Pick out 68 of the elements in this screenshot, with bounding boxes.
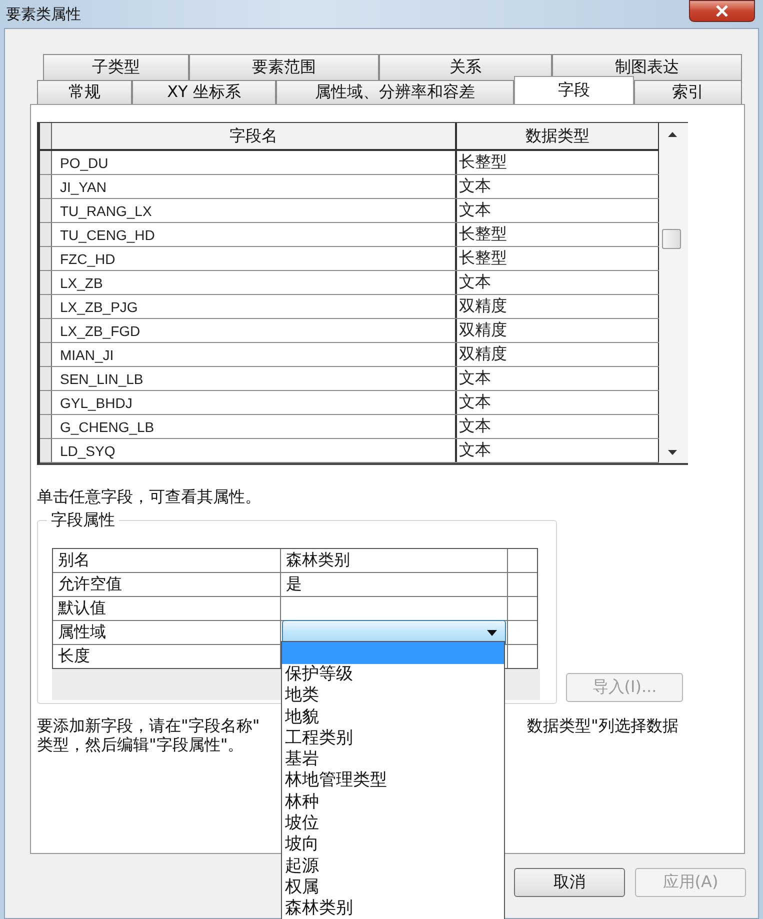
row-header[interactable] [40,367,52,390]
property-label: 别名 [53,549,281,572]
instruction-text: 类型，然后编辑"字段属性"。 [37,735,244,754]
field-name-cell[interactable]: LX_ZB_PJG [52,295,457,318]
field-name-cell[interactable]: SEN_LIN_LB [52,367,457,390]
close-button[interactable] [689,0,755,22]
scroll-thumb[interactable] [662,229,681,249]
field-name-cell[interactable]: PO_DU [52,151,457,174]
row-header[interactable] [40,151,52,174]
row-header[interactable] [40,175,52,198]
scrollbar[interactable] [659,123,688,463]
property-value[interactable]: 是 [281,573,508,596]
cancel-button[interactable]: 取消 [514,868,625,897]
close-icon [715,5,729,17]
instruction-text: 要添加新字段，请在"字段名称" [37,716,260,735]
field-name-cell[interactable]: TU_RANG_LX [52,199,457,222]
dropdown-option[interactable]: 基岩 [282,749,504,770]
tab[interactable]: 制图表达 [552,54,742,80]
tab[interactable]: 子类型 [43,54,189,80]
scroll-up-icon[interactable] [668,132,677,137]
dropdown-option[interactable]: 保护等级 [282,664,504,686]
tab[interactable]: 字段 [514,76,634,104]
dropdown-option[interactable]: 起源 [282,856,504,877]
field-name-cell[interactable]: G_CHENG_LB [52,415,457,438]
row-header[interactable] [40,247,52,270]
caret-icon [487,630,497,636]
property-label: 默认值 [53,597,281,620]
field-name-cell[interactable]: LX_ZB_FGD [52,319,457,342]
field-name-cell[interactable]: JI_YAN [52,175,457,198]
row-header[interactable] [40,319,52,342]
tab[interactable]: XY 坐标系 [132,80,276,104]
hint-text: 单击任意字段，可查看其属性。 [37,487,262,508]
property-value[interactable]: 森林类别 [281,549,508,572]
dropdown-option[interactable]: 林种 [282,792,504,814]
dropdown-option[interactable]: 权属 [282,876,504,898]
dropdown-option[interactable]: 工程类别 [282,728,504,750]
field-name-cell[interactable]: GYL_BHDJ [52,391,457,414]
tab[interactable]: 关系 [379,54,552,80]
dropdown-option[interactable]: 地类 [282,685,504,707]
row-header[interactable] [40,271,52,294]
field-name-cell[interactable]: LD_SYQ [52,439,457,462]
row-header[interactable] [40,391,52,414]
tab[interactable]: 常规 [37,80,132,104]
dropdown-option[interactable]: 坡向 [282,834,504,856]
dropdown-option[interactable]: 地貌 [282,706,504,728]
row-header[interactable] [40,415,52,438]
scroll-down-icon[interactable] [668,450,677,455]
field-name-cell[interactable]: FZC_HD [52,247,457,270]
dropdown-option[interactable]: 坡位 [282,813,504,834]
row-header[interactable] [40,223,52,246]
row-header[interactable] [40,199,52,222]
row-header[interactable] [40,295,52,318]
field-name-cell[interactable]: TU_CENG_HD [52,223,457,246]
instruction-text: 数据类型"列选择数据 [527,716,678,735]
field-name-cell[interactable]: MIAN_JI [52,343,457,366]
tab[interactable]: 属性域、分辨率和容差 [276,80,514,104]
row-header[interactable] [40,343,52,366]
tab[interactable]: 要素范围 [189,54,379,80]
tab[interactable]: 索引 [634,80,742,104]
dropdown-option[interactable]: 森林类别 [282,898,504,919]
dropdown-option[interactable]: 林地管理类型 [282,770,504,792]
column-header[interactable]: 数据类型 [457,123,659,149]
column-header[interactable]: 字段名 [52,123,457,149]
field-name-cell[interactable]: LX_ZB [52,271,457,294]
window-title: 要素类属性 [6,4,81,24]
corner-header [40,123,52,149]
property-label: 允许空值 [53,573,281,596]
row-header[interactable] [40,439,52,462]
